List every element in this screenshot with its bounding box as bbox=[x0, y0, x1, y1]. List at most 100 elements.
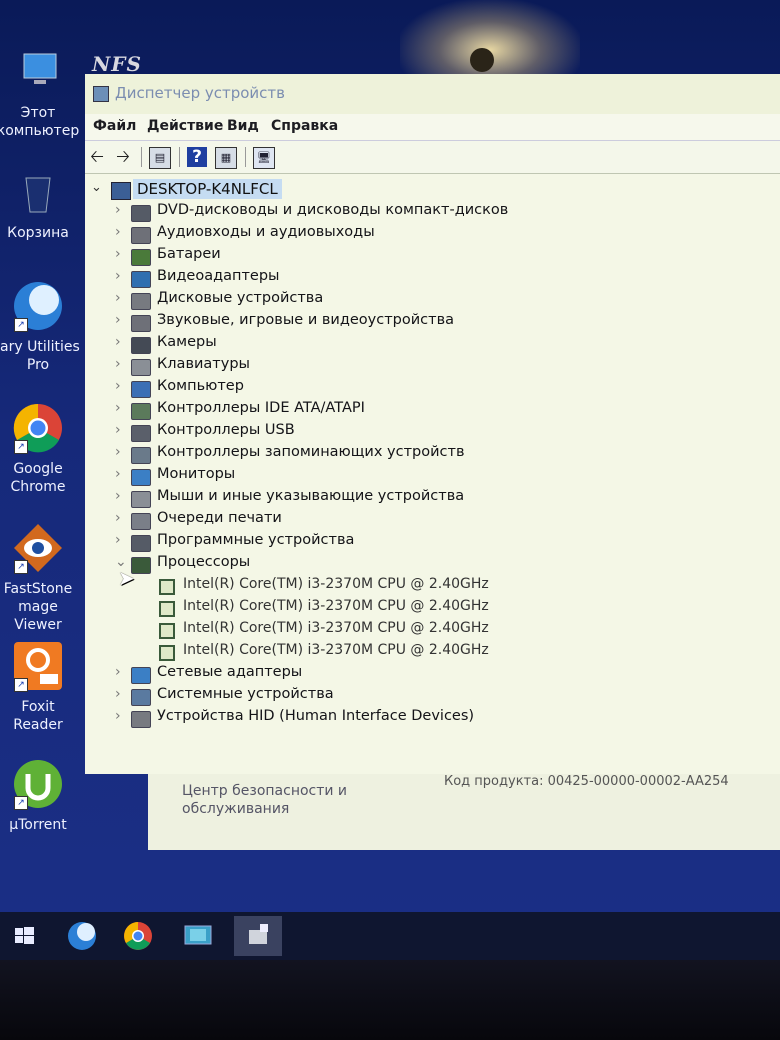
glary-utilities-icon[interactable] bbox=[58, 916, 106, 956]
forward-arrow-icon[interactable]: 🡢 bbox=[113, 147, 133, 167]
tree-node-label[interactable]: Процессоры bbox=[157, 554, 250, 570]
tree-node-label[interactable]: Дисковые устройства bbox=[157, 290, 323, 306]
device-manager-taskbar-icon[interactable] bbox=[174, 916, 222, 956]
chevron-right-icon[interactable]: › bbox=[115, 400, 127, 416]
tree-node-label[interactable]: Батареи bbox=[157, 246, 221, 262]
chevron-right-icon[interactable]: › bbox=[115, 290, 127, 306]
computer-icon bbox=[111, 182, 131, 200]
tree-node-label[interactable]: Мониторы bbox=[157, 466, 235, 482]
chevron-right-icon[interactable]: › bbox=[115, 356, 127, 372]
tree-node-label[interactable]: Программные устройства bbox=[157, 532, 354, 548]
product-id-label: Код продукта: 00425-00000-00002-AA254 bbox=[444, 774, 729, 789]
chevron-right-icon[interactable]: › bbox=[115, 246, 127, 262]
chevron-right-icon[interactable]: › bbox=[115, 664, 127, 680]
desktop-icon-label: Google Chrome bbox=[10, 461, 66, 495]
monitor-icon bbox=[131, 469, 151, 486]
monitor-logo: NFS bbox=[92, 52, 142, 76]
tree-node-label[interactable]: Мыши и иные указывающие устройства bbox=[157, 488, 464, 504]
chevron-right-icon[interactable]: › bbox=[115, 268, 127, 284]
help-icon[interactable]: ? bbox=[187, 147, 207, 167]
processor-label[interactable]: Intel(R) Core(TM) i3-2370M CPU @ 2.40GHz bbox=[183, 642, 489, 658]
sound-device-icon bbox=[131, 315, 151, 332]
chevron-right-icon[interactable]: › bbox=[115, 444, 127, 460]
chrome-icon[interactable] bbox=[114, 916, 162, 956]
shortcut-arrow-icon: ↗ bbox=[14, 678, 28, 692]
chevron-right-icon[interactable]: › bbox=[115, 466, 127, 482]
back-arrow-icon[interactable]: 🡠 bbox=[87, 147, 107, 167]
tree-node-label[interactable]: Компьютер bbox=[157, 378, 244, 394]
device-tree: ⌄ DESKTOP-K4NLFCL › DVD-дисководы и диско… bbox=[85, 174, 780, 774]
title-bar[interactable]: Диспетчер устройств bbox=[85, 74, 780, 114]
chevron-right-icon[interactable]: › bbox=[115, 312, 127, 328]
utorrent-icon: ↗ bbox=[10, 756, 66, 812]
foxit-reader-icon: ↗ bbox=[10, 638, 66, 694]
taskbar bbox=[0, 912, 780, 960]
scan-hardware-icon[interactable]: 🖥 bbox=[253, 147, 275, 169]
hid-device-icon bbox=[131, 711, 151, 728]
desktop-icon-this-pc[interactable]: Этот компьютер bbox=[0, 44, 80, 140]
tree-node-label[interactable]: Клавиатуры bbox=[157, 356, 250, 372]
chevron-right-icon[interactable]: › bbox=[115, 510, 127, 526]
processor-icon bbox=[159, 623, 175, 639]
chevron-right-icon[interactable]: › bbox=[115, 488, 127, 504]
tree-node-label[interactable]: Контроллеры IDE ATA/ATAPI bbox=[157, 400, 365, 416]
storage-controller-icon bbox=[131, 447, 151, 464]
view-icon[interactable]: ▦ bbox=[215, 147, 237, 169]
tree-node-label[interactable]: Камеры bbox=[157, 334, 217, 350]
menu-view[interactable]: Вид bbox=[227, 118, 259, 134]
tree-node-label[interactable]: Контроллеры запоминающих устройств bbox=[157, 444, 465, 460]
printer-icon bbox=[131, 513, 151, 530]
desktop-icon-foxit-reader[interactable]: ↗ Foxit Reader bbox=[0, 638, 80, 734]
disk-drive-icon bbox=[131, 293, 151, 310]
mouse-icon bbox=[131, 491, 151, 508]
desktop-icon-faststone[interactable]: ↗ FastStone mage Viewer bbox=[0, 520, 80, 634]
desktop-icon-label: FastStone mage Viewer bbox=[3, 581, 73, 633]
chevron-down-icon[interactable]: ⌄ bbox=[91, 180, 105, 195]
tree-node-label[interactable]: Аудиовходы и аудиовыходы bbox=[157, 224, 375, 240]
toolbar-separator bbox=[245, 147, 246, 167]
tree-node-label[interactable]: Устройства HID (Human Interface Devices) bbox=[157, 708, 474, 724]
chevron-right-icon[interactable]: › bbox=[115, 708, 127, 724]
camera-icon bbox=[131, 337, 151, 354]
chevron-right-icon[interactable]: › bbox=[115, 422, 127, 438]
chevron-right-icon[interactable]: › bbox=[115, 532, 127, 548]
desktop-icon-label: lary Utilities Pro bbox=[0, 339, 80, 373]
speaker-icon bbox=[131, 227, 151, 244]
display-adapter-icon bbox=[131, 271, 151, 288]
desktop-icon-glary-utilities[interactable]: ↗ lary Utilities Pro bbox=[0, 278, 80, 374]
tree-node-label[interactable]: DVD-дисководы и дисководы компакт-дисков bbox=[157, 202, 508, 218]
keyboard-icon bbox=[131, 359, 151, 376]
tree-node-label[interactable]: Контроллеры USB bbox=[157, 422, 295, 438]
menu-action[interactable]: Действие bbox=[147, 118, 223, 134]
properties-icon[interactable]: ▤ bbox=[149, 147, 171, 169]
processor-label[interactable]: Intel(R) Core(TM) i3-2370M CPU @ 2.40GHz bbox=[183, 576, 489, 592]
menu-file[interactable]: Файл bbox=[93, 118, 136, 134]
processor-label[interactable]: Intel(R) Core(TM) i3-2370M CPU @ 2.40GHz bbox=[183, 620, 489, 636]
desktop-icon-recycle-bin[interactable]: Корзина bbox=[0, 164, 80, 242]
desktop-icon-utorrent[interactable]: ↗ µTorrent bbox=[0, 756, 80, 834]
setup-taskbar-icon[interactable] bbox=[234, 916, 282, 956]
processor-icon bbox=[159, 601, 175, 617]
processor-label[interactable]: Intel(R) Core(TM) i3-2370M CPU @ 2.40GHz bbox=[183, 598, 489, 614]
menu-help[interactable]: Справка bbox=[271, 118, 338, 134]
chevron-right-icon[interactable]: › bbox=[115, 224, 127, 240]
ide-controller-icon bbox=[131, 403, 151, 420]
device-manager-window: Диспетчер устройств Файл Действие Вид Сп… bbox=[85, 74, 780, 774]
tree-node-label[interactable]: Звуковые, игровые и видеоустройства bbox=[157, 312, 454, 328]
dvd-drive-icon bbox=[131, 205, 151, 222]
tree-node-label[interactable]: Сетевые адаптеры bbox=[157, 664, 302, 680]
tree-node-label[interactable]: Системные устройства bbox=[157, 686, 334, 702]
computer-name[interactable]: DESKTOP-K4NLFCL bbox=[133, 179, 282, 199]
start-icon[interactable] bbox=[0, 916, 48, 956]
chevron-right-icon[interactable]: › bbox=[115, 378, 127, 394]
desktop-icon-label: Foxit Reader bbox=[13, 699, 63, 733]
toolbar-separator bbox=[179, 147, 180, 167]
tree-node-label[interactable]: Видеоадаптеры bbox=[157, 268, 280, 284]
desktop-icon-chrome[interactable]: ↗ Google Chrome bbox=[0, 400, 80, 496]
software-device-icon bbox=[131, 535, 151, 552]
chevron-right-icon[interactable]: › bbox=[115, 202, 127, 218]
tree-node-label[interactable]: Очереди печати bbox=[157, 510, 282, 526]
chevron-right-icon[interactable]: › bbox=[115, 686, 127, 702]
chevron-right-icon[interactable]: › bbox=[115, 334, 127, 350]
security-center-label[interactable]: Центр безопасности и обслуживания bbox=[182, 782, 382, 818]
